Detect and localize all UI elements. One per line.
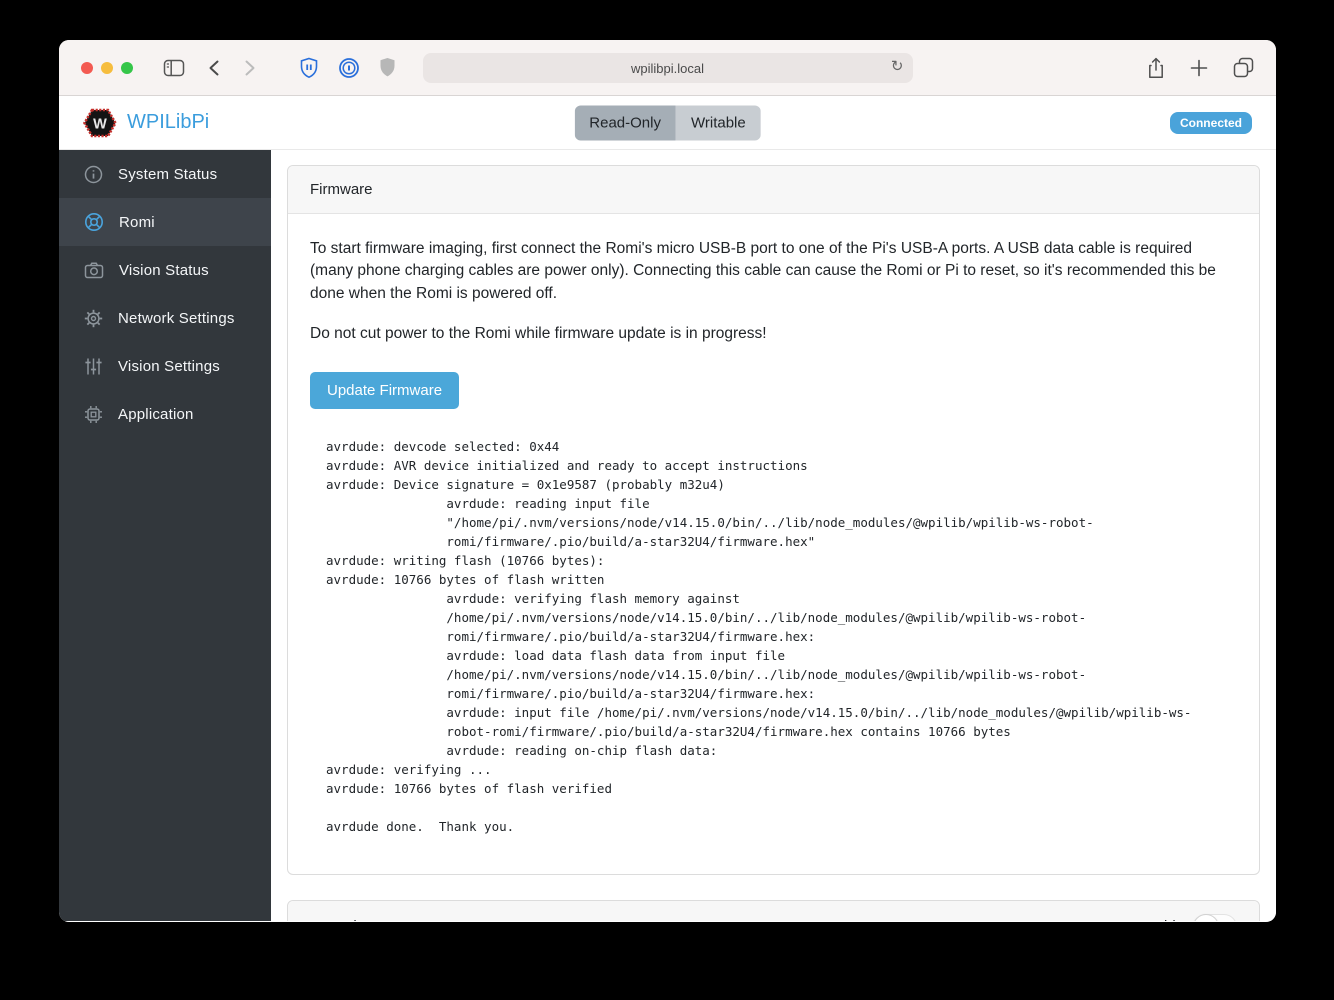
sidebar-item-vision-settings[interactable]: Vision Settings <box>59 342 271 390</box>
sidebar-nav: System Status Romi Vision Status Network… <box>59 150 271 921</box>
onepassword-icon[interactable] <box>338 57 360 79</box>
sidebar-item-label: Romi <box>119 214 155 231</box>
avrdude-log-output: avrdude: devcode selected: 0x44 avrdude:… <box>310 437 1237 836</box>
new-tab-icon[interactable] <box>1190 59 1208 77</box>
sidebar-item-romi[interactable]: Romi <box>59 198 271 246</box>
firmware-card: Firmware To start firmware imaging, firs… <box>287 165 1260 875</box>
brand-name: WPILibPi <box>127 111 209 134</box>
address-bar[interactable]: wpilibpi.local ↻ <box>423 53 913 83</box>
share-icon[interactable] <box>1147 57 1165 79</box>
romi-robot-icon <box>84 212 104 232</box>
info-circle-icon <box>84 165 103 184</box>
close-window-button[interactable] <box>81 62 93 74</box>
writable-button[interactable]: Writable <box>676 105 761 140</box>
mode-toggle: Read-Only Writable <box>574 105 760 140</box>
read-only-button[interactable]: Read-Only <box>574 105 676 140</box>
console-enable-toggle[interactable] <box>1193 914 1237 921</box>
console-output-card: Console Output Enable <box>287 900 1260 921</box>
sidebar-item-vision-status[interactable]: Vision Status <box>59 246 271 294</box>
browser-toolbar: wpilibpi.local ↻ <box>59 40 1276 96</box>
back-button[interactable] <box>207 58 221 78</box>
main-content: Firmware To start firmware imaging, firs… <box>271 150 1276 921</box>
svg-text:W: W <box>93 116 107 132</box>
sidebar-item-system-status[interactable]: System Status <box>59 150 271 198</box>
zoom-window-button[interactable] <box>121 62 133 74</box>
console-output-title: Console Output <box>310 918 414 921</box>
sidebar-item-label: Vision Settings <box>118 358 220 375</box>
safari-window: wpilibpi.local ↻ W WPILibPi Read-Only Wr… <box>59 40 1276 922</box>
gear-icon <box>84 309 103 328</box>
forward-button[interactable] <box>243 58 257 78</box>
chip-icon <box>84 405 103 424</box>
console-enable-control: Enable <box>1137 914 1237 921</box>
firmware-warning: Do not cut power to the Romi while firmw… <box>310 323 1237 345</box>
app-header: W WPILibPi Read-Only Writable Connected <box>59 96 1276 150</box>
firmware-instructions: To start firmware imaging, first connect… <box>310 238 1237 305</box>
firmware-card-title: Firmware <box>310 181 373 198</box>
update-firmware-button[interactable]: Update Firmware <box>310 372 459 409</box>
sidebar-item-application[interactable]: Application <box>59 390 271 438</box>
firmware-card-body: To start firmware imaging, first connect… <box>288 214 1259 874</box>
brand: W WPILibPi <box>83 108 209 138</box>
sidebar-item-label: Vision Status <box>119 262 209 279</box>
extension-buttons <box>299 57 396 79</box>
minimize-window-button[interactable] <box>101 62 113 74</box>
firmware-card-header: Firmware <box>288 166 1259 214</box>
console-output-header: Console Output Enable <box>288 901 1259 921</box>
sidebar-item-label: Application <box>118 406 194 423</box>
sidebar-toggle-icon[interactable] <box>163 58 185 78</box>
connected-status-badge: Connected <box>1170 112 1252 134</box>
sliders-icon <box>84 357 103 376</box>
content-blocker-shield-pause-icon[interactable] <box>299 57 319 79</box>
sidebar-item-label: Network Settings <box>118 310 235 327</box>
enable-label: Enable <box>1137 918 1184 921</box>
url-text: wpilibpi.local <box>631 61 704 76</box>
camera-icon <box>84 261 104 279</box>
sidebar-item-network-settings[interactable]: Network Settings <box>59 294 271 342</box>
tab-overview-icon[interactable] <box>1233 57 1254 78</box>
privacy-shield-icon[interactable] <box>379 57 396 78</box>
reload-icon[interactable]: ↻ <box>891 57 904 75</box>
wpilib-logo-icon: W <box>83 108 117 138</box>
content: System Status Romi Vision Status Network… <box>59 150 1276 921</box>
traffic-lights <box>81 62 133 74</box>
toggle-knob <box>1193 914 1219 921</box>
sidebar-item-label: System Status <box>118 166 217 183</box>
toolbar-right-icons <box>1147 57 1254 79</box>
